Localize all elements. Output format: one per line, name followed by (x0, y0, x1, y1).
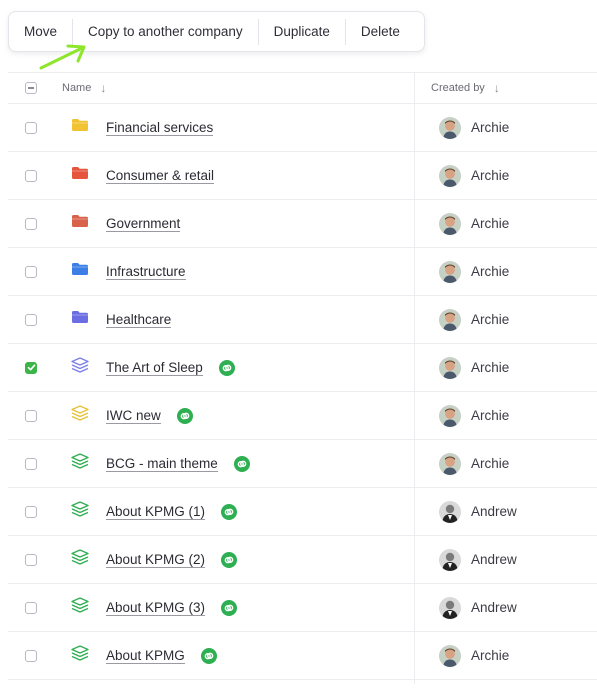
layers-icon (71, 501, 89, 522)
row-checkbox[interactable] (25, 553, 37, 566)
item-name-link[interactable]: Healthcare (106, 312, 172, 328)
link-icon[interactable] (176, 407, 193, 424)
avatar (439, 212, 461, 235)
table-row[interactable]: The Art of Sleep Archie (8, 344, 597, 392)
layers-icon (71, 549, 89, 570)
item-name-link[interactable]: About KPMG (106, 648, 185, 664)
table-row[interactable]: About KPMG Archie (8, 632, 597, 680)
item-name-link[interactable]: IWC new (106, 408, 161, 424)
link-icon[interactable] (233, 455, 250, 472)
item-name-link[interactable]: About KPMG (3) (106, 600, 206, 616)
sort-arrow-icon[interactable]: ↓ (494, 81, 500, 95)
item-name-link[interactable]: Consumer & retail (106, 168, 215, 184)
created-by-column-header[interactable]: Created by ↓ (414, 81, 597, 95)
avatar (439, 308, 461, 331)
creator-name: Archie (471, 264, 510, 279)
name-column-header[interactable]: Name ↓ (54, 81, 414, 95)
table-row[interactable]: BCG - main theme Archie (8, 440, 597, 488)
table-row[interactable]: About KPMG (3) Andrew (8, 584, 597, 632)
annotation-arrow-icon (39, 44, 86, 70)
link-icon[interactable] (200, 647, 217, 664)
avatar (439, 644, 461, 667)
item-name-link[interactable]: BCG - main theme (106, 456, 218, 472)
table-row[interactable]: Government Archie (8, 200, 597, 248)
avatar (439, 404, 461, 427)
folder-icon (71, 118, 89, 137)
table-row[interactable]: Consumer & retail Archie (8, 152, 597, 200)
table-row[interactable]: Financial services Archie (8, 104, 597, 152)
row-checkbox[interactable] (25, 121, 37, 134)
table-row[interactable]: About KPMG (1) Andrew (8, 488, 597, 536)
table-row[interactable]: About KPMG (2) Andrew (8, 536, 597, 584)
link-icon[interactable] (221, 551, 238, 568)
row-checkbox[interactable] (25, 409, 37, 422)
creator-name: Andrew (471, 600, 517, 615)
row-checkbox[interactable] (25, 217, 37, 230)
row-checkbox[interactable] (25, 265, 37, 278)
avatar (439, 500, 461, 523)
avatar (439, 596, 461, 619)
row-checkbox[interactable] (25, 649, 37, 662)
sort-arrow-icon[interactable]: ↓ (100, 81, 106, 95)
folder-icon (71, 214, 89, 233)
table-row[interactable]: Healthcare Archie (8, 296, 597, 344)
link-icon[interactable] (221, 503, 238, 520)
item-name-link[interactable]: Financial services (106, 120, 214, 136)
avatar (439, 164, 461, 187)
delete-button[interactable]: Delete (346, 12, 415, 51)
created-by-column-label: Created by (431, 82, 485, 94)
layers-icon (71, 453, 89, 474)
row-checkbox[interactable] (25, 505, 37, 518)
avatar (439, 548, 461, 571)
layers-icon (71, 357, 89, 378)
select-all-checkbox[interactable] (25, 82, 37, 94)
items-table: Name ↓ Created by ↓ Financial services Ar… (8, 72, 597, 680)
layers-icon (71, 597, 89, 618)
item-name-link[interactable]: Government (106, 216, 181, 232)
layers-icon (71, 405, 89, 426)
avatar (439, 356, 461, 379)
table-row[interactable]: Infrastructure Archie (8, 248, 597, 296)
creator-name: Archie (471, 456, 510, 471)
item-name-link[interactable]: Infrastructure (106, 264, 186, 280)
row-checkbox[interactable] (25, 601, 37, 614)
creator-name: Archie (471, 648, 510, 663)
avatar (439, 260, 461, 283)
creator-name: Andrew (471, 504, 517, 519)
row-checkbox[interactable] (25, 457, 37, 470)
creator-name: Archie (471, 360, 510, 375)
item-name-link[interactable]: The Art of Sleep (106, 360, 203, 376)
creator-name: Archie (471, 168, 510, 183)
folder-icon (71, 166, 89, 185)
avatar (439, 452, 461, 475)
creator-name: Archie (471, 312, 510, 327)
creator-name: Andrew (471, 552, 517, 567)
link-icon[interactable] (218, 359, 235, 376)
table-row[interactable]: IWC new Archie (8, 392, 597, 440)
copy-to-another-company-button[interactable]: Copy to another company (73, 12, 258, 51)
avatar (439, 116, 461, 139)
item-name-link[interactable]: About KPMG (1) (106, 504, 206, 520)
item-name-link[interactable]: About KPMG (2) (106, 552, 206, 568)
row-checkbox[interactable] (25, 169, 37, 182)
folder-icon (71, 262, 89, 281)
name-column-label: Name (62, 82, 92, 94)
link-icon[interactable] (221, 599, 238, 616)
table-header: Name ↓ Created by ↓ (8, 72, 597, 104)
creator-name: Archie (471, 216, 510, 231)
creator-name: Archie (471, 120, 510, 135)
duplicate-button[interactable]: Duplicate (259, 12, 345, 51)
row-checkbox[interactable] (25, 313, 37, 326)
folder-icon (71, 310, 89, 329)
row-checkbox[interactable] (25, 361, 37, 374)
creator-name: Archie (471, 408, 510, 423)
layers-icon (71, 645, 89, 666)
